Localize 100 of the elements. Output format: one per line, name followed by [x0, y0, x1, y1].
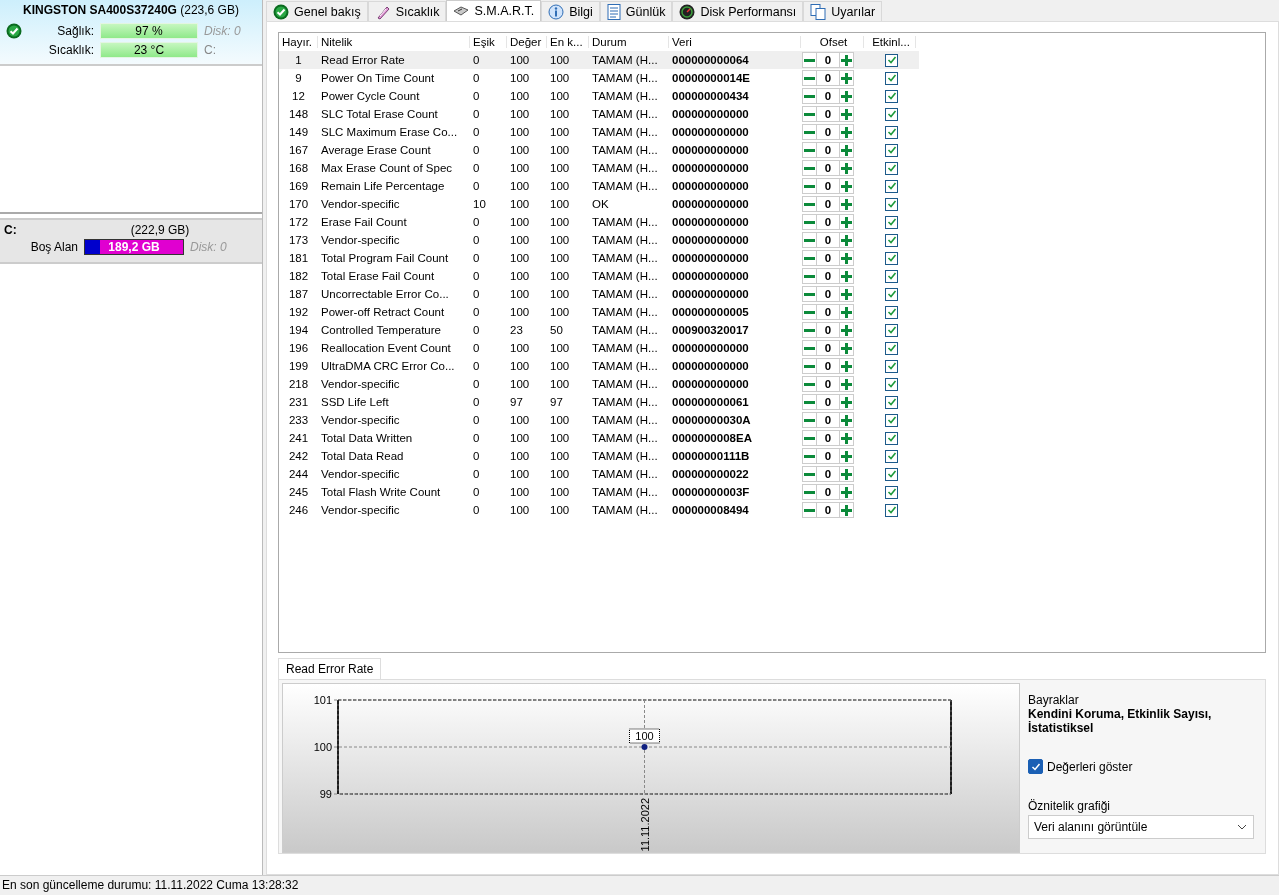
decrease-button[interactable]: [802, 502, 817, 518]
increase-button[interactable]: [839, 268, 854, 284]
enabled-checkbox[interactable]: [885, 251, 898, 265]
offset-field[interactable]: 0: [817, 106, 839, 122]
enabled-checkbox[interactable]: [885, 305, 898, 319]
offset-field[interactable]: 0: [817, 376, 839, 392]
increase-button[interactable]: [839, 106, 854, 122]
decrease-button[interactable]: [802, 70, 817, 86]
tab[interactable]: Uyarılar: [803, 1, 883, 21]
offset-field[interactable]: 0: [817, 70, 839, 86]
offset-field[interactable]: 0: [817, 448, 839, 464]
enabled-checkbox[interactable]: [885, 215, 898, 229]
increase-button[interactable]: [839, 214, 854, 230]
attribute-row[interactable]: 12 Power Cycle Count 0 100 100 TAMAM (H... 000000000434 0: [279, 87, 1265, 105]
enabled-checkbox[interactable]: [885, 449, 898, 463]
attribute-row[interactable]: 168 Max Erase Count of Spec 0 100 100 TAMAM (H... 000000000000 0: [279, 159, 1265, 177]
decrease-button[interactable]: [802, 232, 817, 248]
increase-button[interactable]: [839, 250, 854, 266]
enabled-checkbox[interactable]: [885, 377, 898, 391]
offset-field[interactable]: 0: [817, 412, 839, 428]
column-header[interactable]: Hayır.: [279, 36, 318, 48]
increase-button[interactable]: [839, 376, 854, 392]
increase-button[interactable]: [839, 178, 854, 194]
enabled-checkbox[interactable]: [885, 485, 898, 499]
tab[interactable]: Genel bakış: [266, 1, 368, 21]
decrease-button[interactable]: [802, 196, 817, 212]
offset-field[interactable]: 0: [817, 358, 839, 374]
offset-field[interactable]: 0: [817, 250, 839, 266]
enabled-checkbox[interactable]: [885, 143, 898, 157]
attribute-row[interactable]: 148 SLC Total Erase Count 0 100 100 TAMAM (H... 000000000000 0: [279, 105, 1265, 123]
enabled-checkbox[interactable]: [885, 323, 898, 337]
enabled-checkbox[interactable]: [885, 395, 898, 409]
attribute-row[interactable]: 196 Reallocation Event Count 0 100 100 TAMAM (H... 000000000000 0: [279, 339, 1265, 357]
attribute-row[interactable]: 241 Total Data Written 0 100 100 TAMAM (H... 0000000008EA 0: [279, 429, 1265, 447]
increase-button[interactable]: [839, 232, 854, 248]
attribute-row[interactable]: 1 Read Error Rate 0 100 100 TAMAM (H... 000000000064 0: [279, 51, 919, 69]
increase-button[interactable]: [839, 322, 854, 338]
increase-button[interactable]: [839, 196, 854, 212]
increase-button[interactable]: [839, 502, 854, 518]
offset-field[interactable]: 0: [817, 430, 839, 446]
attribute-row[interactable]: 167 Average Erase Count 0 100 100 TAMAM (H... 000000000000 0: [279, 141, 1265, 159]
enabled-checkbox[interactable]: [885, 467, 898, 481]
increase-button[interactable]: [839, 70, 854, 86]
enabled-checkbox[interactable]: [885, 233, 898, 247]
attribute-row[interactable]: 192 Power-off Retract Count 0 100 100 TAMAM (H... 000000000005 0: [279, 303, 1265, 321]
offset-field[interactable]: 0: [817, 214, 839, 230]
column-header[interactable]: Değer: [507, 36, 547, 48]
offset-field[interactable]: 0: [817, 142, 839, 158]
show-values-checkbox[interactable]: [1028, 759, 1043, 774]
decrease-button[interactable]: [802, 160, 817, 176]
tab[interactable]: Günlük: [599, 1, 673, 21]
increase-button[interactable]: [839, 484, 854, 500]
decrease-button[interactable]: [802, 484, 817, 500]
increase-button[interactable]: [839, 448, 854, 464]
offset-field[interactable]: 0: [817, 124, 839, 140]
attribute-row[interactable]: 170 Vendor-specific 10 100 100 OK 000000000000 0: [279, 195, 1265, 213]
decrease-button[interactable]: [802, 304, 817, 320]
decrease-button[interactable]: [802, 412, 817, 428]
offset-field[interactable]: 0: [817, 322, 839, 338]
decrease-button[interactable]: [802, 214, 817, 230]
enabled-checkbox[interactable]: [885, 431, 898, 445]
attribute-row[interactable]: 246 Vendor-specific 0 100 100 TAMAM (H... 000000008494 0: [279, 501, 1265, 519]
decrease-button[interactable]: [802, 340, 817, 356]
offset-field[interactable]: 0: [817, 286, 839, 302]
offset-field[interactable]: 0: [817, 340, 839, 356]
decrease-button[interactable]: [802, 106, 817, 122]
decrease-button[interactable]: [802, 142, 817, 158]
decrease-button[interactable]: [802, 448, 817, 464]
attribute-row[interactable]: 244 Vendor-specific 0 100 100 TAMAM (H... 000000000022 0: [279, 465, 1265, 483]
enabled-checkbox[interactable]: [885, 503, 898, 517]
increase-button[interactable]: [839, 88, 854, 104]
increase-button[interactable]: [839, 466, 854, 482]
attribute-row[interactable]: 242 Total Data Read 0 100 100 TAMAM (H... 00000000111B 0: [279, 447, 1265, 465]
offset-field[interactable]: 0: [817, 268, 839, 284]
attribute-row[interactable]: 149 SLC Maximum Erase Co... 0 100 100 TAMAM (H... 000000000000 0: [279, 123, 1265, 141]
volume-card[interactable]: C: (222,9 GB) Boş Alan 189,2 GB Disk: 0: [0, 218, 262, 264]
enabled-checkbox[interactable]: [885, 359, 898, 373]
increase-button[interactable]: [839, 394, 854, 410]
increase-button[interactable]: [839, 304, 854, 320]
attribute-row[interactable]: 231 SSD Life Left 0 97 97 TAMAM (H... 000000000061 0: [279, 393, 1265, 411]
column-header[interactable]: En k...: [547, 36, 589, 48]
enabled-checkbox[interactable]: [885, 341, 898, 355]
tab[interactable]: Bilgi: [541, 1, 600, 21]
offset-field[interactable]: 0: [817, 178, 839, 194]
offset-field[interactable]: 0: [817, 232, 839, 248]
enabled-checkbox[interactable]: [885, 287, 898, 301]
attribute-row[interactable]: 187 Uncorrectable Error Co... 0 100 100 TAMAM (H... 000000000000 0: [279, 285, 1265, 303]
offset-field[interactable]: 0: [817, 160, 839, 176]
attribute-row[interactable]: 233 Vendor-specific 0 100 100 TAMAM (H... 00000000030A 0: [279, 411, 1265, 429]
decrease-button[interactable]: [802, 286, 817, 302]
graph-dropdown[interactable]: Veri alanını görüntüle: [1028, 815, 1254, 839]
offset-field[interactable]: 0: [817, 484, 839, 500]
attribute-row[interactable]: 194 Controlled Temperature 0 23 50 TAMAM (H... 000900320017 0: [279, 321, 1265, 339]
increase-button[interactable]: [839, 160, 854, 176]
decrease-button[interactable]: [802, 394, 817, 410]
enabled-checkbox[interactable]: [885, 89, 898, 103]
decrease-button[interactable]: [802, 88, 817, 104]
decrease-button[interactable]: [802, 358, 817, 374]
enabled-checkbox[interactable]: [885, 413, 898, 427]
column-header[interactable]: Ofset: [801, 36, 864, 48]
